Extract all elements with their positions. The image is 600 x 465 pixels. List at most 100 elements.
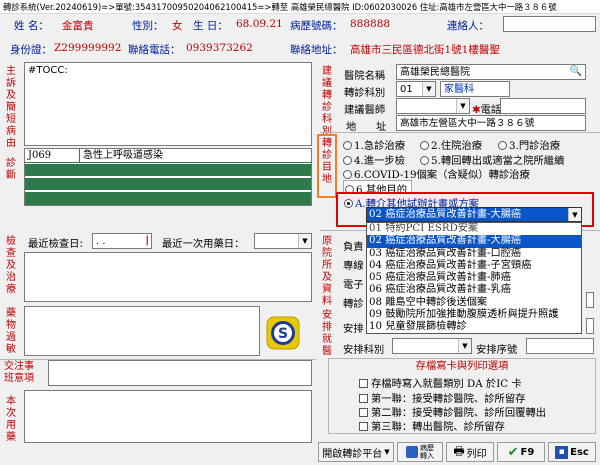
last-med-field[interactable]: ▼ [254,233,312,249]
checkbox-icon[interactable] [359,408,368,417]
purpose-option-2[interactable]: 2.住院治療 [420,137,482,152]
radio-icon[interactable] [343,141,352,150]
plan-dropdown-list[interactable]: 01 特約PCI ESRD安案 02 癌症治療品質改善計畫-大腸癌 03 癌症治… [366,222,582,334]
radio-icon[interactable] [343,156,352,165]
diagnosis-row[interactable] [25,178,311,191]
dropdown-item[interactable]: 10 兒童發展篩檢轉診 [367,321,581,333]
purpose-option-3-label: 3.門診治療 [509,140,561,152]
plan-select-value: 02 癌症治療品質改善計畫-大腸癌 [369,209,522,220]
arrange-seq-field[interactable] [526,338,594,354]
radio-selected-icon[interactable] [344,199,353,208]
diagnosis-row[interactable] [25,164,311,177]
sex-label: 性別： [132,20,164,32]
dept-select[interactable]: 01 ▼ [396,81,436,97]
exit-icon: ▪ [555,445,569,459]
purpose-option-1[interactable]: 1.急診治療 [343,137,405,152]
allergy-textarea[interactable] [24,306,260,356]
chevron-down-icon[interactable]: ▼ [298,234,311,248]
dropdown-item[interactable]: 01 特約PCI ESRD安案 [367,223,581,235]
info-field[interactable] [586,318,594,334]
hospital-field[interactable]: 高雄榮民總醫院 🔍 [396,64,586,80]
info-label-3: 電子 [343,279,364,291]
dropdown-item[interactable]: 03 癌症治療品質改善計畫-口腔癌 [367,248,581,260]
open-platform-button[interactable]: 開啟轉診平台 ▼ [318,442,394,462]
chevron-down-icon[interactable]: ▼ [568,208,581,221]
plan-select[interactable]: 02 癌症治療品質改善計畫-大腸癌 ▼ [366,207,582,222]
ref-address-label-2: 址 [376,121,387,133]
diagnosis-row[interactable]: J069 急性上呼吸道感染 [25,149,311,163]
purpose-option-3[interactable]: 3.門診治療 [498,137,560,152]
patient-header: 姓 名： 金富貴 性別： 女 生 日： 68.09.21 病歷號碼： 88888… [0,14,600,58]
purpose-option-6[interactable]: 6.COVID-19個案（含疑似）轉診治療 [343,166,530,181]
exam-side-label: 檢查及治療 [4,236,18,296]
complaint-text: #TOCC: [28,65,68,76]
ref-address-field[interactable]: 高雄市左營區大中一路３８６號 [396,115,586,131]
dropdown-item[interactable]: 04 癌症治療品質改善計畫-子宮頸癌 [367,260,581,272]
checkbox-icon[interactable] [359,379,368,388]
patient-address: 高雄市三民區德北街1號1樓醫聖 [350,44,500,56]
subject-textarea[interactable] [24,390,312,443]
dropdown-item[interactable]: 06 癌症治療品質改善計畫-乳癌 [367,284,581,296]
arrange-dept-select[interactable]: ▼ [392,338,472,354]
diagnosis-grid[interactable]: J069 急性上呼吸道感染 [24,148,312,206]
complaint-side-text: 主訴及簡短病由 [6,66,16,149]
hospital-side-text: 原院所及資料 [322,236,332,307]
print-option-2[interactable]: 第一聯：接受轉診醫院、診所留存 [359,390,525,405]
dropdown-item-selected[interactable]: 02 癌症治療品質改善計畫-大腸癌 [367,235,581,248]
dropdown-item[interactable]: 05 癌症治療品質改善計畫-肺癌 [367,272,581,284]
print-option-4[interactable]: 第三聯：轉出醫院、診所留存 [359,418,505,433]
history-button[interactable]: 病歷 轉入 [397,442,443,462]
contact-field[interactable] [503,16,596,32]
ref-phone-label: ✱電話 [472,104,502,116]
checkbox-icon[interactable] [359,422,368,431]
notes-textarea[interactable] [48,360,312,386]
print-option-3[interactable]: 第二聯：接受轉診醫院、診所回覆轉出 [359,404,546,419]
chevron-down-icon[interactable]: ▼ [458,339,471,353]
chart-no: 888888 [350,18,391,30]
exam-textarea[interactable] [24,252,312,302]
doctor-label: 建議醫師 [344,104,386,116]
radio-icon[interactable] [498,141,507,150]
diagnosis-row[interactable] [25,192,311,205]
f9-label: F9 [520,446,535,458]
chevron-down-icon[interactable]: ▼ [456,99,469,113]
info-label-2: 專線 [343,260,364,272]
patient-sex: 女 [172,20,183,32]
exam-side-text: 檢查及治療 [6,236,16,295]
esc-button[interactable]: ▪ Esc [548,442,596,462]
dropdown-item[interactable]: 08 離島空中轉診後送個案 [367,297,581,309]
svg-text:S: S [278,326,288,342]
search-icon[interactable]: 🔍 [570,65,582,78]
purpose-option-2-label: 2.住院治療 [431,140,483,152]
allergy-side-label: 藥物過敏 [4,308,18,356]
purpose-option-4[interactable]: 4.進一步檢 [343,152,405,167]
complaint-textarea[interactable]: #TOCC: [24,62,312,146]
purpose-option-5[interactable]: 5.轉回轉出或適當之院所繼續 [420,152,564,167]
f9-button[interactable]: ✔ F9 [497,442,545,462]
info-label-4: 轉診 [343,298,364,310]
print-option-1[interactable]: 存檔時寫入就醫類別 DA 於IC 卡 [359,375,522,390]
patient-birth: 68.09.21 [236,18,283,30]
allergy-side-text: 藥物過敏 [6,308,16,355]
doctor-select[interactable]: ▼ [396,98,470,114]
diagnosis-desc: 急性上呼吸道感染 [83,150,163,161]
chevron-down-icon[interactable]: ▼ [422,82,435,96]
radio-icon[interactable] [420,156,429,165]
ref-phone-field[interactable] [500,98,586,114]
radio-icon[interactable] [343,170,352,179]
ref-address-value: 高雄市左營區大中一路３８６號 [400,118,535,129]
info-field[interactable] [586,292,594,308]
print-button[interactable]: 🖶 列印 [446,442,494,462]
notes-side-label: 交注事 班意項 [4,361,34,384]
dropdown-item[interactable]: 09 鼓勵院所加強推動腹膜透析與提升照護 [367,309,581,321]
logo-icon: S [266,316,300,350]
hospital-label: 醫院名稱 [344,70,386,82]
subject-side-label: 本次用藥 [4,396,18,444]
referral-type-side-text: 建議轉診科別 [322,66,332,137]
dept-name: 家醫科 [444,84,474,95]
id-label: 身份證： [10,44,52,56]
last-exam-field[interactable]: . . | [92,233,152,249]
radio-icon[interactable] [420,141,429,150]
print-label: 列印 [466,448,487,460]
checkbox-icon[interactable] [359,394,368,403]
